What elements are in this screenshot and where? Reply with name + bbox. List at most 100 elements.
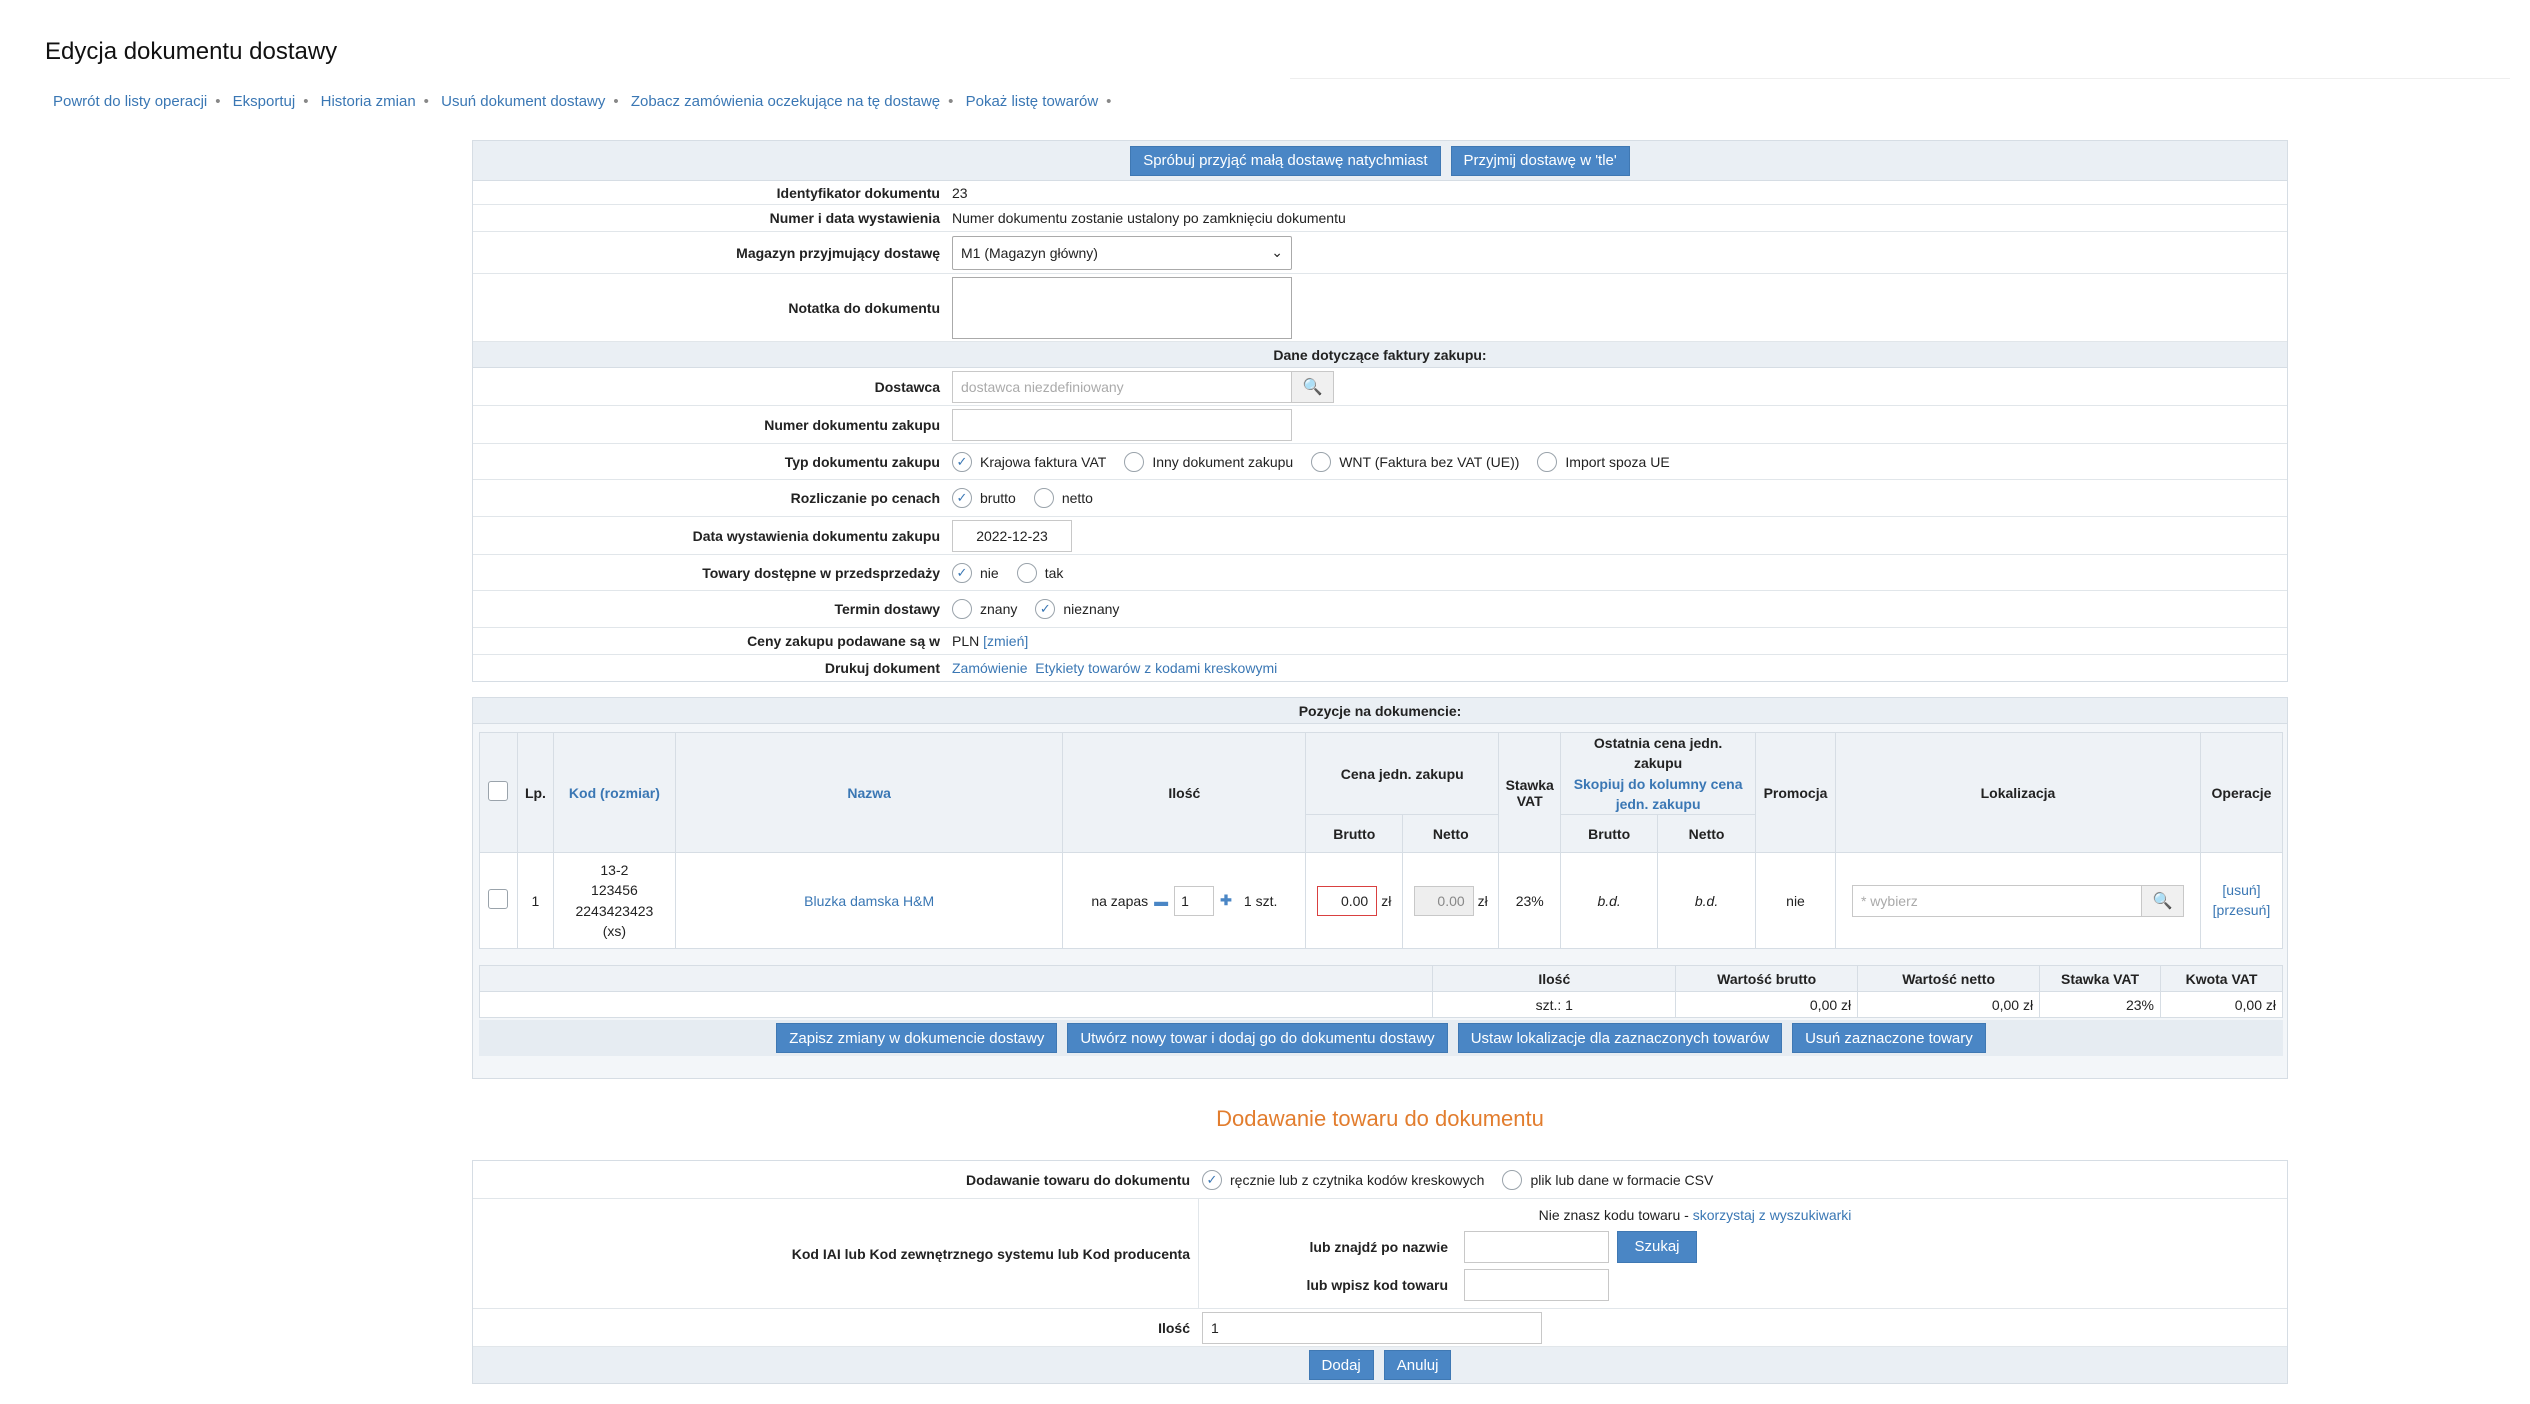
link-show-products[interactable]: Pokaż listę towarów <box>966 93 1099 110</box>
link-history[interactable]: Historia zmian <box>321 93 416 110</box>
check-icon: ✓ <box>952 451 972 472</box>
supplier-input[interactable]: dostawca niezdefiniowany <box>952 370 1292 403</box>
header-qty: Ilość <box>1062 731 1307 854</box>
row-settlement: Rozliczanie po cenach ✓ brutto netto <box>473 480 2287 517</box>
radio-presale-no[interactable]: ✓ nie <box>952 562 999 583</box>
radio-net[interactable]: netto <box>1033 488 1093 508</box>
header-promo: Promocja <box>1755 731 1836 854</box>
top-action-bar: Spróbuj przyjąć małą dostawę natychmiast… <box>473 141 2287 181</box>
radio-other-document[interactable]: Inny dokument zakupu <box>1124 451 1293 472</box>
gross-price-input[interactable]: 0.00 <box>1317 885 1378 916</box>
link-back-to-operations[interactable]: Powrót do listy operacji <box>53 93 207 110</box>
cancel-button[interactable]: Anuluj <box>1383 1350 1452 1380</box>
minus-icon[interactable]: ▬ <box>1154 893 1168 909</box>
add-product-title: Dodawanie towaru do dokumentu <box>1216 1106 1544 1131</box>
change-currency-link[interactable]: [zmień] <box>983 633 1028 649</box>
header-last-net: Netto <box>1657 814 1757 854</box>
search-button[interactable]: Szukaj <box>1617 1230 1697 1263</box>
row-product-code: Kod IAI lub Kod zewnętrznego systemu lub… <box>473 1199 2287 1309</box>
page-title: Edycja dokumentu dostawy <box>45 38 338 65</box>
save-changes-button[interactable]: Zapisz zmiany w dokumencie dostawy <box>776 1023 1058 1054</box>
issue-date-input[interactable]: 2022-12-23 <box>952 519 1072 552</box>
title-divider <box>1290 78 2510 79</box>
product-code-input[interactable] <box>1464 1268 1609 1301</box>
sort-name-link[interactable]: Nazwa <box>847 785 891 801</box>
remove-selected-button[interactable]: Usuń zaznaczone towary <box>1792 1023 1986 1054</box>
radio-presale-yes[interactable]: tak <box>1016 562 1063 583</box>
row-note: Notatka do dokumentu <box>473 274 2287 342</box>
create-product-button[interactable]: Utwórz nowy towar i dodaj go do dokument… <box>1067 1023 1448 1054</box>
radio-national-vat[interactable]: ✓ Krajowa faktura VAT <box>952 451 1106 472</box>
positions-panel: Pozycje na dokumencie: Lp. Kod (rozmiar)… <box>472 697 2288 1079</box>
header-ops: Operacje <box>2199 731 2284 854</box>
add-product-panel: Dodawanie towaru do dokumentu ✓ ręcznie l… <box>472 1160 2288 1384</box>
row-checkbox[interactable] <box>488 889 509 910</box>
header-lp: Lp. <box>516 731 554 854</box>
action-links: Powrót do listy operacji • Eksportuj • His… <box>53 93 1112 110</box>
summary-table: Ilość Wartość brutto Wartość netto Stawk… <box>478 965 2283 1019</box>
select-all-checkbox[interactable] <box>488 781 509 802</box>
row-supplier: Dostawca dostawca niezdefiniowany 🔍 <box>473 368 2287 406</box>
print-order-link[interactable]: Zamówienie <box>952 660 1027 676</box>
row-issue-date: Data wystawienia dokumentu zakupu 2022-1… <box>473 517 2287 555</box>
quantity-input[interactable]: 1 <box>1174 885 1215 916</box>
set-location-button[interactable]: Ustaw lokalizacje dla zaznaczonych towar… <box>1457 1023 1783 1054</box>
row-document-id: Identyfikator dokumentu 23 <box>473 181 2287 205</box>
add-button[interactable]: Dodaj <box>1308 1350 1374 1380</box>
row-quantity: Ilość 1 <box>473 1309 2287 1347</box>
positions-table: Lp. Kod (rozmiar) Nazwa Ilość Cena jedn.… <box>479 731 2284 950</box>
row-presale: Towary dostępne w przedsprzedaży ✓ nie ta… <box>473 555 2287 591</box>
header-net: Netto <box>1402 814 1500 854</box>
supplier-search-button[interactable]: 🔍 <box>1292 370 1334 403</box>
link-pending-orders[interactable]: Zobacz zamówienia oczekujące na tę dosta… <box>631 93 940 110</box>
radio-csv[interactable]: plik lub dane w formacie CSV <box>1502 1169 1713 1190</box>
add-quantity-input[interactable]: 1 <box>1202 1311 1542 1344</box>
search-icon: 🔍 <box>2152 892 2173 910</box>
try-receive-now-button[interactable]: Spróbuj przyjąć małą dostawę natychmiast <box>1130 145 1441 176</box>
row-document-number: Numer i data wystawienia Numer dokumentu… <box>473 205 2287 232</box>
net-price-input: 0.00 <box>1413 885 1474 916</box>
header-last-gross: Brutto <box>1560 814 1659 854</box>
remove-row-link[interactable]: [usuń] <box>2201 881 2282 901</box>
row-print: Drukuj dokument Zamówienie Etykiety towa… <box>824 660 1278 676</box>
warehouse-select[interactable]: M1 (Magazyn główny) ⌄ <box>952 235 1292 270</box>
location-input[interactable]: * wybierz <box>1851 884 2142 917</box>
add-actions: Dodaj Anuluj <box>473 1347 2287 1383</box>
purchase-number-input[interactable] <box>952 408 1292 441</box>
invoice-band: Dane dotyczące faktury zakupu: <box>473 342 2287 368</box>
note-textarea[interactable] <box>952 276 1292 339</box>
link-delete-delivery[interactable]: Usuń dokument dostawy <box>441 93 605 110</box>
sort-code-link[interactable]: Kod (rozmiar) <box>569 785 660 801</box>
search-icon: 🔍 <box>1302 378 1323 396</box>
product-search-link[interactable]: skorzystaj z wyszukiwarki <box>1693 1207 1852 1223</box>
location-search-button[interactable]: 🔍 <box>2141 884 2184 917</box>
plus-icon[interactable]: ✚ <box>1220 892 1232 909</box>
header-location: Lokalizacja <box>1834 731 2201 854</box>
check-icon: ✓ <box>1035 599 1056 619</box>
copy-to-price-link[interactable]: Skopiuj do kolumny cena jedn. zakupu <box>1561 774 1755 815</box>
check-icon: ✓ <box>952 562 972 583</box>
radio-manual-scanner[interactable]: ✓ ręcznie lub z czytnika kodów kreskowych <box>1202 1169 1484 1190</box>
document-details-panel: Spróbuj przyjąć małą dostawę natychmiast… <box>472 140 2288 682</box>
find-by-name-input[interactable] <box>1464 1230 1609 1263</box>
move-row-link[interactable]: [przesuń] <box>2201 901 2282 921</box>
product-name-link[interactable]: Bluzka damska H&M <box>804 893 934 909</box>
row-add-mode: Dodawanie towaru do dokumentu ✓ ręcznie l… <box>473 1161 2287 1199</box>
print-labels-link[interactable]: Etykiety towarów z kodami kreskowymi <box>1035 660 1277 676</box>
row-delivery-term: Termin dostawy znany ✓ nieznany <box>473 591 2287 628</box>
receive-background-button[interactable]: Przyjmij dostawę w 'tle' <box>1450 145 1630 176</box>
radio-import[interactable]: Import spoza UE <box>1537 451 1670 472</box>
select-all-cell <box>479 731 518 854</box>
row-warehouse: Magazyn przyjmujący dostawę M1 (Magazyn … <box>473 232 2287 274</box>
radio-term-known[interactable]: znany <box>952 599 1017 619</box>
radio-wnt[interactable]: WNT (Faktura bez VAT (UE)) <box>1311 451 1519 472</box>
product-code: 13-2 123456 2243423423 (xs) <box>552 852 676 950</box>
positions-band: Pozycje na dokumencie: <box>473 698 2287 724</box>
positions-actions: Zapisz zmiany w dokumencie dostawy Utwór… <box>479 1020 2283 1057</box>
radio-gross[interactable]: ✓ brutto <box>952 488 1016 508</box>
header-vat: Stawka VAT <box>1498 731 1562 854</box>
link-export[interactable]: Eksportuj <box>233 93 296 110</box>
row-document-type: Typ dokumentu zakupu ✓ Krajowa faktura VA… <box>473 444 2287 480</box>
radio-term-unknown[interactable]: ✓ nieznany <box>1035 599 1119 619</box>
chevron-down-icon: ⌄ <box>1271 244 1283 260</box>
